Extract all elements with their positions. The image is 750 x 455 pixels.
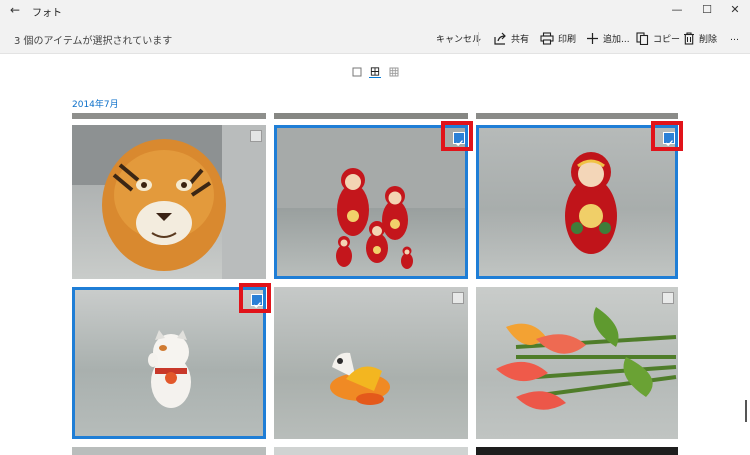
photo-tile-selected[interactable] xyxy=(476,125,678,279)
single-view-icon[interactable] xyxy=(351,66,363,78)
maneki-neko-photo-image xyxy=(148,330,191,408)
photo-tile-selected[interactable] xyxy=(274,125,468,279)
add-label: 追加... xyxy=(603,34,630,45)
add-button[interactable]: 追加... xyxy=(586,28,630,48)
cancel-label: キャンセル xyxy=(436,34,482,45)
copy-icon xyxy=(636,31,649,45)
photo-tile[interactable] xyxy=(274,287,468,439)
medium-grid-icon[interactable] xyxy=(369,66,381,78)
photo-tile-partial-bottom[interactable] xyxy=(476,447,678,455)
photo-tile-partial-bottom[interactable] xyxy=(72,447,266,455)
cancel-button[interactable]: キャンセル xyxy=(436,28,481,48)
command-bar: 3 個のアイテムが選択されています キャンセル 共有 印刷 追加... コピー … xyxy=(0,20,750,54)
date-group-heading: 2014年7月 xyxy=(72,100,119,110)
highlight-box xyxy=(651,121,683,151)
matryoshka-single-photo-image xyxy=(565,152,617,254)
toy-horse-photo-image xyxy=(330,352,390,405)
minimize-icon[interactable]: — xyxy=(662,0,692,20)
delete-button[interactable]: 削除 xyxy=(683,28,717,48)
select-checkbox[interactable] xyxy=(250,130,262,142)
highlight-box xyxy=(239,283,271,313)
printer-icon xyxy=(540,31,554,45)
back-arrow-icon[interactable]: ← xyxy=(8,3,22,17)
select-checkbox[interactable] xyxy=(452,292,464,304)
more-options-button[interactable]: … xyxy=(730,28,739,48)
toolbar-divider xyxy=(478,32,479,46)
print-label: 印刷 xyxy=(558,34,577,45)
photo-tile[interactable] xyxy=(72,125,266,279)
copy-label: コピー xyxy=(653,34,681,45)
delete-label: 削除 xyxy=(699,34,718,45)
share-icon xyxy=(494,32,506,45)
plus-icon xyxy=(587,32,598,44)
app-title: フォト xyxy=(32,8,62,19)
trash-icon xyxy=(684,31,694,45)
photo-tile[interactable] xyxy=(476,287,678,439)
photo-tile-partial-bottom[interactable] xyxy=(274,447,468,455)
share-button[interactable]: 共有 xyxy=(494,28,529,48)
close-icon[interactable]: ✕ xyxy=(720,0,750,20)
print-button[interactable]: 印刷 xyxy=(540,28,576,48)
title-bar: ← フォト — ☐ ✕ xyxy=(0,0,750,20)
selection-count-text: 3 個のアイテムが選択されています xyxy=(14,36,173,47)
matryoshka-group-photo-image xyxy=(277,128,465,269)
photo-tile-selected[interactable] xyxy=(72,287,266,439)
photo-tile-partial-top[interactable] xyxy=(476,113,678,119)
more-label: … xyxy=(730,33,739,43)
highlight-box xyxy=(441,121,473,151)
copy-button[interactable]: コピー xyxy=(636,28,680,48)
small-grid-icon[interactable] xyxy=(388,66,400,78)
maximize-icon[interactable]: ☐ xyxy=(692,0,722,20)
select-checkbox[interactable] xyxy=(662,292,674,304)
photo-tile-partial-top[interactable] xyxy=(72,113,266,119)
tiger-photo-image xyxy=(72,125,266,279)
scrollbar-thumb[interactable] xyxy=(745,400,747,422)
photo-tile-partial-top[interactable] xyxy=(274,113,468,119)
tulips-photo-image xyxy=(496,307,677,410)
share-label: 共有 xyxy=(511,34,530,45)
